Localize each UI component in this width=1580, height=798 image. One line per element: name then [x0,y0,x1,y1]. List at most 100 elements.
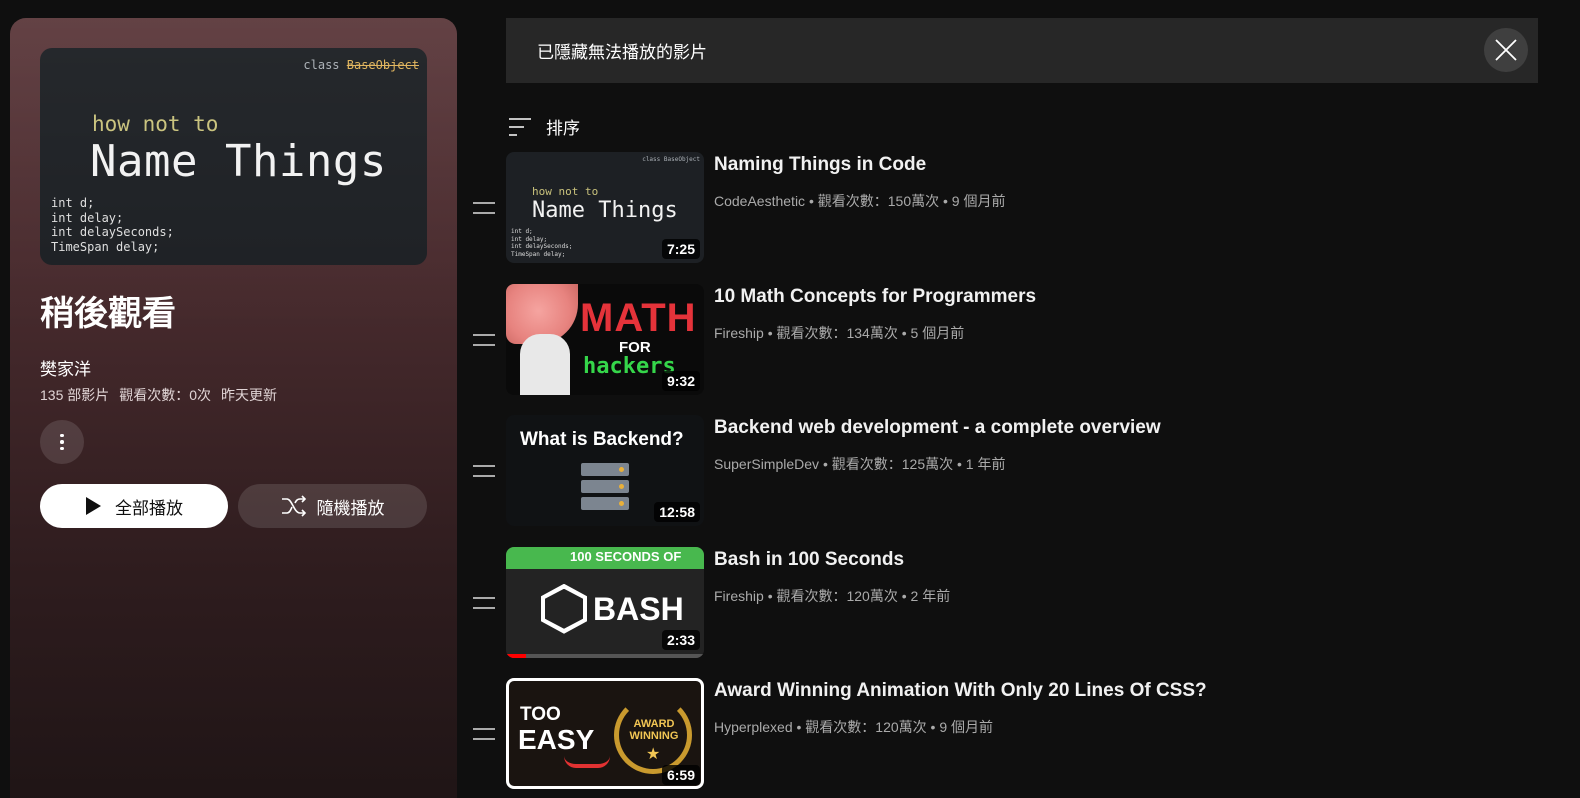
figure-graphic [520,333,570,395]
separator: • [957,456,962,473]
close-icon [1495,39,1517,61]
video-title[interactable]: Backend web development - a complete ove… [714,417,1161,439]
sort-label: 排序 [546,119,580,138]
thumb-vars: int d; int delay; int delaySeconds; Time… [511,228,572,258]
view-count: 觀看次數：120萬次 [776,587,898,604]
view-count: 觀看次數：125萬次 [831,456,954,473]
video-count: 135 部影片 [40,387,110,403]
thumb-var: int delay; [51,210,124,225]
thumb-var: int delaySeconds; [511,243,573,250]
drag-handle-icon[interactable] [473,465,495,478]
watch-progress-bar [506,653,704,658]
arrow-icon [564,756,610,769]
shuffle-label: 隨機播放 [316,498,385,518]
server-icon [581,480,629,494]
shuffle-icon [281,495,306,517]
video-thumbnail[interactable]: class BaseObject how not to Name Things … [506,152,704,263]
video-thumbnail[interactable]: TOO EASY AWARD WINNING ★ 6:59 [506,678,704,790]
watch-progress-fill [506,653,526,658]
channel-name[interactable]: Fireship [714,588,764,604]
thumb-var: int delay; [511,235,548,243]
thumb-text: class BaseObject [642,156,700,163]
separator: • [943,193,948,209]
sort-icon [509,117,531,136]
thumb-var: TimeSpan delay; [51,239,160,254]
separator: • [930,719,936,736]
video-meta: Fireship • 觀看次數：134萬次 • 5 個月前 [714,323,964,343]
separator: • [767,587,773,604]
channel-name[interactable]: Fireship [714,325,764,341]
thumb-var: int d; [511,228,533,235]
thumb-line2: Name Things [90,136,387,187]
thumb-banner: 100 SECONDS OF [506,546,704,569]
updated-time: 昨天更新 [221,387,278,403]
separator: • [901,587,907,604]
server-icon [581,463,629,477]
channel-name[interactable]: CodeAesthetic [714,193,805,209]
video-title[interactable]: Award Winning Animation With Only 20 Lin… [714,680,1207,702]
separator: • [808,193,814,209]
sort-button[interactable]: 排序 [508,114,580,139]
video-meta: Hyperplexed • 觀看次數：120萬次 • 9 個月前 [714,717,993,737]
video-title[interactable]: Bash in 100 Seconds [714,549,904,571]
channel-name[interactable]: SuperSimpleDev [714,456,819,472]
duration-badge: 2:33 [661,629,700,650]
upload-age: 9 個月前 [951,193,1006,209]
upload-age: 9 個月前 [939,719,994,736]
list-item[interactable]: class BaseObject how not to Name Things … [470,152,1550,284]
video-list: class BaseObject how not to Name Things … [470,152,1550,798]
thumb-class-line: class BaseObject [303,58,419,72]
thumbnail-art: class BaseObject how not to Name Things … [40,48,427,265]
separator: • [796,719,802,736]
channel-name[interactable]: Hyperplexed [714,719,793,735]
drag-handle-icon[interactable] [473,333,495,346]
list-item[interactable]: MATH FOR hackers 9:32 10 Math Concepts f… [470,283,1550,416]
thumb-text: What is Backend? [520,429,684,451]
video-meta: SuperSimpleDev • 觀看次數：125萬次 • 1 年前 [714,454,1005,474]
thumb-line1: how not to [92,112,219,136]
thumb-vars: int d; int delay; int delaySeconds; Time… [51,196,174,254]
thumb-var: int delaySeconds; [51,225,174,239]
list-item[interactable]: TOO EASY AWARD WINNING ★ 6:59 Award Winn… [470,678,1550,798]
thumb-var: TimeSpan delay; [511,250,566,258]
play-all-button[interactable]: 全部播放 [40,484,228,528]
video-thumbnail[interactable]: 100 SECONDS OF BASH 2:33 [506,546,704,658]
close-notice-button[interactable] [1484,28,1528,72]
terminal-cube-icon [541,583,587,634]
list-item[interactable]: 100 SECONDS OF BASH 2:33 Bash in 100 Sec… [470,546,1550,679]
server-icon [581,497,629,511]
list-item[interactable]: What is Backend? 12:58 Backend web devel… [470,415,1550,547]
playlist-thumbnail[interactable]: class BaseObject how not to Name Things … [40,48,427,265]
video-meta: CodeAesthetic • 觀看次數：150萬次 • 9 個月前 [714,191,1005,211]
video-thumbnail[interactable]: MATH FOR hackers 9:32 [506,283,704,395]
duration-badge: 7:25 [661,239,700,259]
playlist-title: 稍後觀看 [40,295,176,333]
drag-handle-icon[interactable] [473,728,495,741]
separator: • [767,324,773,341]
view-count: 觀看次數：150萬次 [817,193,940,209]
more-actions-button[interactable] [40,420,84,464]
view-count: 觀看次數：120萬次 [805,719,927,736]
thumb-text: EASY [518,724,595,756]
play-icon [86,497,101,515]
upload-age: 2 年前 [910,587,951,604]
view-count: 觀看次數：0次 [119,387,212,403]
video-thumbnail[interactable]: What is Backend? 12:58 [506,415,704,527]
playlist-header-panel: class BaseObject how not to Name Things … [10,18,457,798]
thumb-text: MATH [580,295,697,340]
drag-handle-icon[interactable] [473,596,495,609]
duration-badge: 6:59 [661,765,700,786]
thumb-text: BASH [593,590,684,627]
separator: • [822,456,828,473]
playlist-owner[interactable]: 樊家洋 [40,355,91,380]
notice-text: 已隱藏無法播放的影片 [537,43,707,62]
thumb-text: Name Things [532,198,678,223]
video-title[interactable]: 10 Math Concepts for Programmers [714,286,1036,308]
view-count: 觀看次數：134萬次 [776,324,898,341]
video-title[interactable]: Naming Things in Code [714,154,926,176]
playlist-meta: 135 部影片 觀看次數：0次 昨天更新 [40,385,277,405]
thumb-text: 100 SECONDS OF [570,548,682,564]
thumb-var: int d; [51,196,95,210]
shuffle-button[interactable]: 隨機播放 [238,484,427,528]
drag-handle-icon[interactable] [473,202,495,214]
